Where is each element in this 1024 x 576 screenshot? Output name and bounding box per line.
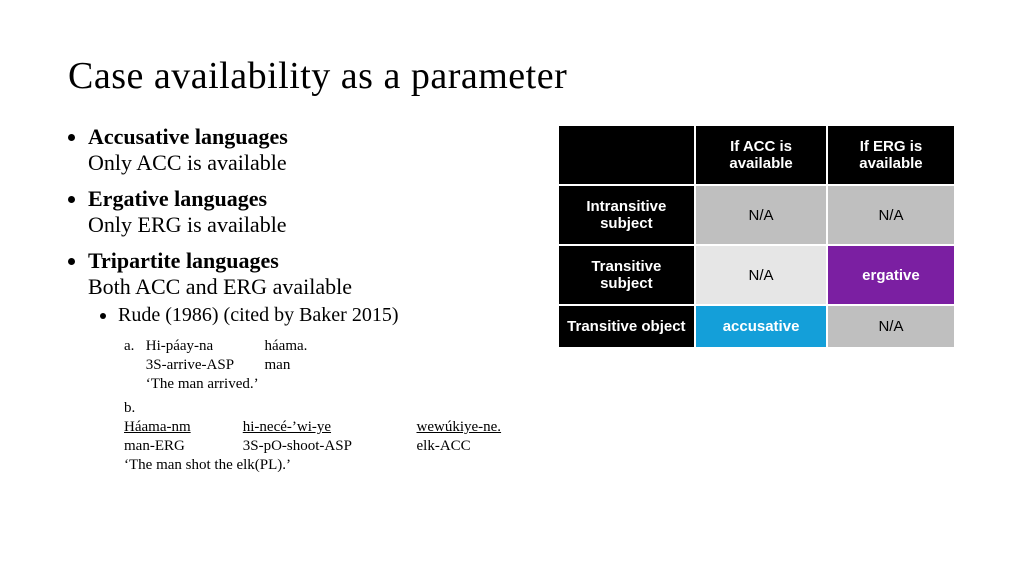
table-corner <box>559 126 695 184</box>
bullet-tripartite: Tripartite languages Both ACC and ERG av… <box>88 248 527 327</box>
table-row: Transitive object accusative N/A <box>559 306 955 347</box>
table-row: Transitive subject N/A ergative <box>559 246 955 304</box>
word: háama. <box>265 337 308 356</box>
example-b: b. Háama-nm hi-necé-’wi-ye wewúkiye-ne. … <box>124 399 527 474</box>
page-title: Case availability as a parameter <box>68 54 956 98</box>
bullet-head: Tripartite languages <box>88 248 279 273</box>
gloss: 3S-arrive-ASP <box>146 356 261 375</box>
examples-block: a. Hi-páay-na háama. 3S-arrive-ASP man ‘… <box>68 337 527 474</box>
bullet-head: Accusative languages <box>88 124 288 149</box>
sub-bullet: Rude (1986) (cited by Baker 2015) <box>118 304 527 327</box>
example-words: Háama-nm hi-necé-’wi-ye wewúkiye-ne. <box>124 419 527 435</box>
table-header-row: If ACC is available If ERG is available <box>559 126 955 184</box>
example-words: Hi-páay-na háama. <box>146 338 308 354</box>
cell: N/A <box>696 186 826 244</box>
word: Hi-páay-na <box>146 337 261 356</box>
word: hi-necé-’wi-ye <box>243 418 413 437</box>
cell-accusative: accusative <box>696 306 826 347</box>
gloss: man-ERG <box>124 437 239 456</box>
cell: N/A <box>696 246 826 304</box>
cell: N/A <box>828 186 954 244</box>
bullet-list: Accusative languages Only ACC is availab… <box>68 124 527 327</box>
bullet-body: Both ACC and ERG available <box>88 274 352 299</box>
row-header-intrans: Intransitive subject <box>559 186 695 244</box>
gloss: 3S-pO-shoot-ASP <box>243 437 413 456</box>
example-gloss: 3S-arrive-ASP man <box>146 357 291 373</box>
example-translation: ‘The man arrived.’ <box>146 376 259 392</box>
example-label: b. <box>124 399 142 418</box>
bullet-body: Only ERG is available <box>88 212 287 237</box>
gloss: elk-ACC <box>417 437 527 456</box>
left-column: Accusative languages Only ACC is availab… <box>68 124 527 480</box>
content-columns: Accusative languages Only ACC is availab… <box>68 124 956 480</box>
col-header-acc: If ACC is available <box>696 126 826 184</box>
bullet-ergative: Ergative languages Only ERG is available <box>88 186 527 238</box>
table-row: Intransitive subject N/A N/A <box>559 186 955 244</box>
bullet-body: Only ACC is available <box>88 150 287 175</box>
cell-ergative: ergative <box>828 246 954 304</box>
example-body: Hi-páay-na háama. 3S-arrive-ASP man ‘The… <box>146 337 308 393</box>
case-table: If ACC is available If ERG is available … <box>557 124 957 349</box>
example-body: Háama-nm hi-necé-’wi-ye wewúkiye-ne. man… <box>124 418 527 474</box>
example-a: a. Hi-páay-na háama. 3S-arrive-ASP man ‘… <box>124 337 527 393</box>
slide: Case availability as a parameter Accusat… <box>0 0 1024 576</box>
example-translation: ‘The man shot the elk(PL).’ <box>124 457 291 473</box>
bullet-accusative: Accusative languages Only ACC is availab… <box>88 124 527 176</box>
word: wewúkiye-ne. <box>417 418 527 437</box>
sub-bullet-list: Rude (1986) (cited by Baker 2015) <box>88 304 527 327</box>
bullet-head: Ergative languages <box>88 186 267 211</box>
right-column: If ACC is available If ERG is available … <box>557 124 957 349</box>
gloss: man <box>265 356 291 375</box>
col-header-erg: If ERG is available <box>828 126 954 184</box>
word: Háama-nm <box>124 418 239 437</box>
row-header-transO: Transitive object <box>559 306 695 347</box>
row-header-transS: Transitive subject <box>559 246 695 304</box>
example-label: a. <box>124 337 142 356</box>
example-gloss: man-ERG 3S-pO-shoot-ASP elk-ACC <box>124 438 527 454</box>
cell: N/A <box>828 306 954 347</box>
